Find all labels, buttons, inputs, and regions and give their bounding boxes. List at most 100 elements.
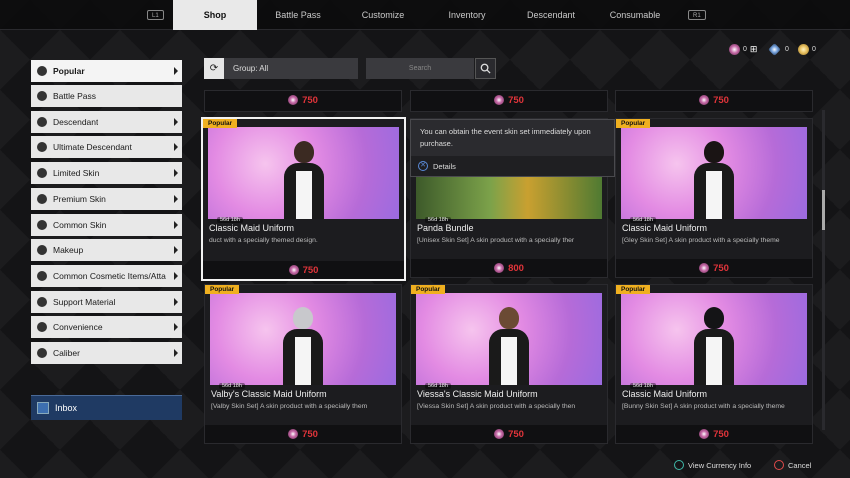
battle-pass-icon xyxy=(37,91,47,101)
wand-icon xyxy=(37,271,47,281)
price-bar: 800 xyxy=(411,259,607,277)
product-card-partial[interactable]: 750 xyxy=(615,90,813,112)
search-button[interactable] xyxy=(475,58,496,79)
chevron-right-icon xyxy=(174,221,178,229)
price-value: 750 xyxy=(508,94,524,106)
price-value: 750 xyxy=(713,262,729,274)
price-bar: 750 xyxy=(616,91,812,111)
sidebar-item-premium-skin[interactable]: Premium Skin xyxy=(31,188,182,210)
price-bar: 750 xyxy=(205,91,401,111)
chevron-right-icon xyxy=(174,272,178,280)
product-name: Classic Maid Uniform xyxy=(209,223,295,233)
caliber-coin-icon xyxy=(288,429,299,439)
scrollbar[interactable] xyxy=(822,110,825,430)
caliber-coin-icon xyxy=(699,95,710,105)
cancel-hint[interactable]: Cancel xyxy=(774,459,811,471)
inbox-label: Inbox xyxy=(55,403,78,413)
product-image: 56d 18h xyxy=(621,127,807,223)
circle-button-icon xyxy=(774,460,784,470)
inbox-button[interactable]: Inbox xyxy=(31,395,182,420)
product-description: [Bunny Skin Set] A skin product with a s… xyxy=(622,403,785,410)
product-image: 56d 18h xyxy=(621,293,807,389)
caliber-icon xyxy=(37,348,47,358)
sidebar-item-limited-skin[interactable]: Limited Skin xyxy=(31,162,182,184)
tab-consumable[interactable]: Consumable xyxy=(599,0,671,30)
sidebar-item-popular[interactable]: Popular xyxy=(31,60,182,82)
character-figure xyxy=(487,307,531,385)
tab-inventory[interactable]: Inventory xyxy=(431,0,503,30)
cancel-label: Cancel xyxy=(788,460,812,470)
sidebar-item-common-cosmetic[interactable]: Common Cosmetic Items/Atta xyxy=(31,265,182,287)
tab-customize[interactable]: Customize xyxy=(347,0,419,30)
stars-icon xyxy=(37,66,47,76)
sidebar-item-label: Common Skin xyxy=(53,220,107,230)
shirt-icon xyxy=(37,168,47,178)
refresh-icon[interactable]: ⟳ xyxy=(204,58,224,79)
cross-button-icon: ✕ xyxy=(418,161,428,171)
sidebar-item-common-skin[interactable]: Common Skin xyxy=(31,214,182,236)
sidebar-item-label: Premium Skin xyxy=(53,194,106,204)
product-name: Panda Bundle xyxy=(417,223,474,233)
details-button[interactable]: ✕ Details xyxy=(411,156,614,176)
ultimate-descendant-icon xyxy=(37,142,47,152)
plus-icon[interactable]: ⊞ xyxy=(750,44,758,55)
caliber-coin-icon xyxy=(494,429,505,439)
sidebar-item-caliber[interactable]: Caliber xyxy=(31,342,182,364)
price-bar: 750 xyxy=(205,425,401,443)
tab-descendant[interactable]: Descendant xyxy=(515,0,587,30)
product-card-partial[interactable]: 750 xyxy=(204,90,402,112)
view-currency-hint[interactable]: View Currency Info xyxy=(674,459,751,471)
scrollbar-thumb[interactable] xyxy=(822,190,825,230)
product-description: [Valby Skin Set] A skin product with a s… xyxy=(211,403,368,410)
blue-crystal-icon xyxy=(768,42,781,56)
popular-badge: Popular xyxy=(616,285,651,294)
sidebar-item-label: Popular xyxy=(53,66,85,76)
product-name: Classic Maid Uniform xyxy=(622,389,708,399)
price-bar: 750 xyxy=(616,259,812,277)
currency-value: 0 xyxy=(812,45,816,53)
product-name: Classic Maid Uniform xyxy=(622,223,708,233)
character-figure xyxy=(692,141,736,219)
currency-crystal: 0 xyxy=(768,42,789,56)
currency-value: 0 xyxy=(785,45,789,53)
caliber-coin-icon xyxy=(699,429,710,439)
chevron-right-icon xyxy=(174,143,178,151)
chevron-right-icon xyxy=(174,67,178,75)
caliber-coin-icon xyxy=(729,43,740,55)
sidebar-item-descendant[interactable]: Descendant xyxy=(31,111,182,133)
sidebar-item-label: Caliber xyxy=(53,348,80,358)
sidebar-item-battle-pass[interactable]: Battle Pass xyxy=(31,85,182,107)
chevron-right-icon xyxy=(174,349,178,357)
group-filter-dropdown[interactable]: ⟳ Group: All xyxy=(204,58,358,79)
price-value: 750 xyxy=(302,428,318,440)
product-card[interactable]: Popular 56d 18h Classic Maid Uniform [Gl… xyxy=(615,118,813,278)
currency-caliber: 0 ⊞ xyxy=(729,42,757,56)
sidebar-item-makeup[interactable]: Makeup xyxy=(31,239,182,261)
sidebar-item-ultimate-descendant[interactable]: Ultimate Descendant xyxy=(31,136,182,158)
descendant-icon xyxy=(37,117,47,127)
group-filter-label: Group: All xyxy=(233,64,269,73)
product-image: 56d 18h xyxy=(208,127,399,223)
product-card[interactable]: Popular 56d 18h Classic Maid Uniform [Bu… xyxy=(615,284,813,444)
details-label: Details xyxy=(433,161,456,171)
product-card-partial[interactable]: 750 xyxy=(410,90,608,112)
tab-shop[interactable]: Shop xyxy=(173,0,257,30)
product-card[interactable]: Popular 56d 18h Classic Maid Uniform duc… xyxy=(201,117,406,281)
sidebar-item-label: Makeup xyxy=(53,245,84,255)
l1-hint: L1 xyxy=(147,10,164,20)
price-bar: 750 xyxy=(411,91,607,111)
search-input[interactable]: Search xyxy=(366,58,474,79)
product-image: 56d 18h xyxy=(416,293,602,389)
chevron-right-icon xyxy=(174,323,178,331)
product-card[interactable]: Popular 56d 18h Viessa's Classic Maid Un… xyxy=(410,284,608,444)
sidebar-item-support-material[interactable]: Support Material xyxy=(31,291,182,313)
search-icon xyxy=(480,63,491,74)
product-card[interactable]: Popular 56d 18h Valby's Classic Maid Uni… xyxy=(204,284,402,444)
sidebar-item-label: Descendant xyxy=(53,117,99,127)
tab-battle-pass[interactable]: Battle Pass xyxy=(262,0,334,30)
convenience-icon xyxy=(37,322,47,332)
sidebar-item-convenience[interactable]: Convenience xyxy=(31,316,182,338)
chevron-right-icon xyxy=(174,195,178,203)
product-tooltip: You can obtain the event skin set immedi… xyxy=(410,119,615,177)
product-description: [Unisex Skin Set] A skin product with a … xyxy=(417,237,575,244)
